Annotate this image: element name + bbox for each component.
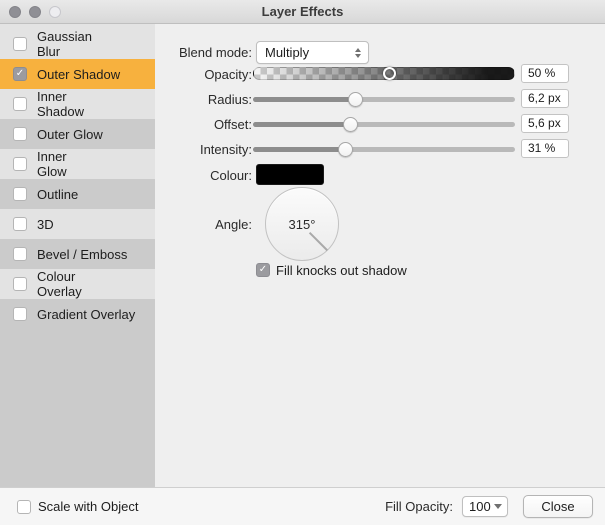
effect-checkbox[interactable]: ✓: [13, 67, 27, 81]
offset-row: Offset: 5,6 px: [155, 114, 605, 134]
sidebar-item-outer-glow[interactable]: Outer Glow: [0, 119, 155, 149]
intensity-row: Intensity: 31 %: [155, 139, 605, 159]
effect-checkbox[interactable]: [13, 277, 27, 291]
minimize-window-icon[interactable]: [29, 5, 41, 18]
sidebar-item-colour-overlay[interactable]: Colour Overlay: [0, 269, 82, 299]
sidebar-item-label: Outer Shadow: [37, 66, 121, 82]
effects-list-filler: [0, 329, 155, 488]
layer-effects-dialog: Layer Effects Gaussian Blur ✓ Outer Shadow…: [0, 0, 605, 525]
close-button-label: Close: [541, 499, 575, 514]
fill-opacity-dropdown[interactable]: 100: [462, 496, 508, 517]
sidebar-item-label: Inner Shadow: [37, 89, 84, 119]
sidebar-item-3d[interactable]: 3D: [0, 209, 54, 239]
stepper-arrows-icon: [355, 47, 361, 58]
sidebar-item-outline[interactable]: Outline: [0, 179, 155, 209]
sidebar-item-label: Colour Overlay: [37, 269, 82, 299]
blend-mode-value: Multiply: [265, 45, 310, 60]
intensity-label: Intensity:: [199, 142, 252, 157]
fill-knocks-checkbox[interactable]: ✓: [256, 263, 270, 277]
fill-knocks-label: Fill knocks out shadow: [276, 262, 407, 278]
opacity-slider-track[interactable]: [253, 67, 515, 80]
zoom-window-icon[interactable]: [49, 5, 61, 18]
effect-checkbox[interactable]: [13, 247, 27, 261]
opacity-slider-thumb[interactable]: [383, 67, 397, 80]
offset-slider-thumb[interactable]: [342, 117, 358, 132]
scale-with-object-label: Scale with Object: [38, 499, 139, 514]
offset-label: Offset:: [213, 117, 252, 132]
close-window-icon[interactable]: [9, 5, 21, 18]
sidebar-item-inner-glow[interactable]: Inner Glow: [0, 149, 67, 179]
angle-pointer-icon: [309, 231, 328, 251]
sidebar-item-outer-shadow[interactable]: ✓ Outer Shadow: [0, 59, 155, 89]
sidebar-item-label: Outline: [37, 186, 79, 202]
effect-checkbox[interactable]: [13, 157, 27, 171]
blend-mode-row: Blend mode: Multiply: [155, 41, 605, 64]
radius-slider-thumb[interactable]: [348, 92, 364, 107]
effect-checkbox[interactable]: [13, 307, 27, 321]
effect-checkbox[interactable]: [13, 187, 27, 201]
effect-settings-panel: Blend mode: Multiply Opacity: 50 % Radius:…: [155, 24, 605, 488]
sidebar-item-label: Gaussian Blur: [37, 29, 92, 59]
effect-checkbox[interactable]: [13, 127, 27, 141]
radius-label: Radius:: [207, 92, 252, 107]
opacity-row: Opacity: 50 %: [155, 64, 605, 84]
radius-value-field[interactable]: 6,2 px: [521, 89, 569, 108]
window-controls: [9, 0, 61, 23]
scale-with-object: Scale with Object: [17, 499, 138, 514]
sidebar-item-label: Outer Glow: [37, 126, 103, 142]
colour-row: Colour:: [155, 164, 605, 186]
colour-label: Colour:: [210, 168, 252, 183]
effects-list: Gaussian Blur ✓ Outer Shadow Inner Shadow Ou…: [0, 24, 155, 488]
fill-knocks-row: ✓ Fill knocks out shadow: [155, 262, 605, 278]
sidebar-item-gaussian-blur[interactable]: Gaussian Blur: [0, 29, 92, 59]
opacity-value-field[interactable]: 50 %: [521, 64, 569, 83]
offset-slider-track[interactable]: [253, 117, 515, 132]
chevron-down-icon: [494, 504, 502, 509]
sidebar-item-bevel-emboss[interactable]: Bevel / Emboss: [0, 239, 155, 269]
fill-opacity-value: 100: [469, 499, 491, 514]
radius-row: Radius: 6,2 px: [155, 89, 605, 109]
sidebar-item-label: 3D: [37, 216, 54, 232]
sidebar-item-label: Inner Glow: [37, 149, 67, 179]
effect-checkbox[interactable]: [13, 37, 27, 51]
offset-value-field[interactable]: 5,6 px: [521, 114, 569, 133]
effect-checkbox[interactable]: [13, 217, 27, 231]
blend-mode-dropdown[interactable]: Multiply: [256, 41, 369, 64]
intensity-value-field[interactable]: 31 %: [521, 139, 569, 158]
angle-value: 315°: [288, 216, 316, 232]
footer-right: Fill Opacity: 100 Close: [385, 495, 593, 518]
intensity-slider-thumb[interactable]: [337, 142, 353, 157]
footer-bar: Scale with Object Fill Opacity: 100 Clos…: [0, 487, 605, 525]
opacity-label: Opacity:: [204, 67, 252, 82]
angle-dial[interactable]: 315°: [265, 187, 339, 261]
sidebar-item-label: Gradient Overlay: [37, 306, 136, 322]
intensity-slider-track[interactable]: [253, 142, 515, 157]
scale-with-object-checkbox[interactable]: [17, 499, 31, 514]
radius-slider-track[interactable]: [253, 92, 515, 107]
close-button[interactable]: Close: [523, 495, 593, 518]
sidebar-item-label: Bevel / Emboss: [37, 246, 128, 262]
angle-label: Angle:: [215, 217, 252, 232]
effect-checkbox[interactable]: [13, 97, 27, 111]
blend-mode-label: Blend mode:: [179, 45, 252, 60]
window-title: Layer Effects: [261, 4, 344, 19]
titlebar: Layer Effects: [0, 0, 605, 24]
sidebar-item-inner-shadow[interactable]: Inner Shadow: [0, 89, 84, 119]
fill-opacity-label: Fill Opacity:: [385, 499, 453, 514]
sidebar-item-gradient-overlay[interactable]: Gradient Overlay: [0, 299, 155, 329]
colour-swatch[interactable]: [256, 164, 324, 185]
